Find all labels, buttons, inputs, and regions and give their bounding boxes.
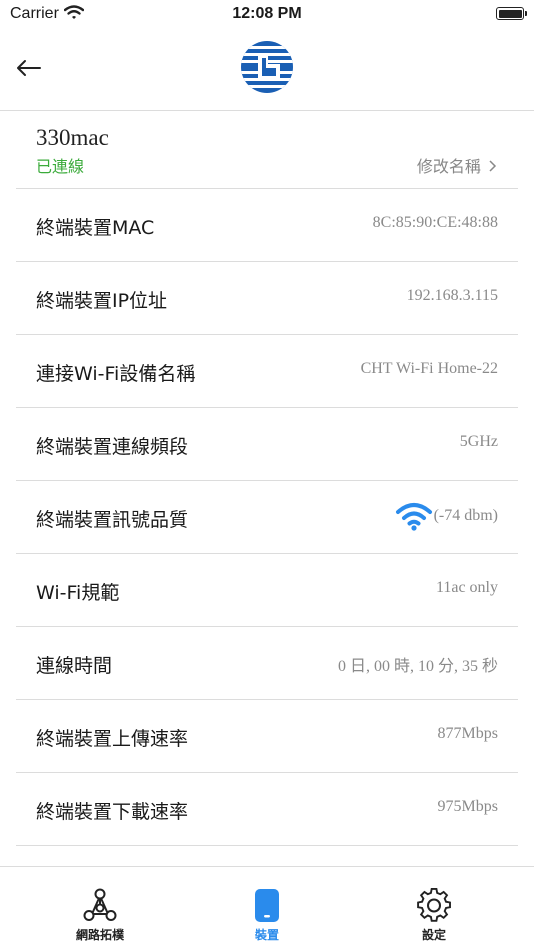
row-label: 連線時間 — [36, 655, 113, 677]
info-row-uptime: 連線時間 0 日, 00 時, 10 分, 35 秒 — [16, 627, 518, 700]
row-label: 終端裝置連線頻段 — [36, 436, 189, 458]
row-value: 877Mbps — [437, 725, 498, 742]
device-name: 330mac — [36, 125, 109, 150]
row-value: 8C:85:90:CE:48:88 — [372, 214, 498, 231]
clock: 12:08 PM — [232, 5, 302, 22]
row-label: 終端裝置上傳速率 — [36, 728, 189, 750]
row-value: 975Mbps — [437, 798, 498, 815]
row-value: (-74 dbm) — [433, 507, 498, 524]
info-row-download-rate: 終端裝置下載速率 975Mbps — [16, 773, 518, 846]
row-label: Wi-Fi規範 — [36, 582, 120, 604]
row-label: 終端裝置訊號品質 — [36, 509, 189, 531]
row-label: 終端裝置IP位址 — [36, 290, 168, 312]
info-row-band: 終端裝置連線頻段 5GHz — [16, 408, 518, 481]
info-row-wifi-standard: Wi-Fi規範 11ac only — [16, 554, 518, 627]
info-row-mac: 終端裝置MAC 8C:85:90:CE:48:88 — [16, 189, 518, 262]
tab-network-topology[interactable]: 網路拓樸 — [40, 885, 160, 943]
row-label: 連接Wi-Fi設備名稱 — [36, 363, 196, 385]
tab-label: 裝置 — [254, 928, 279, 942]
row-value: 11ac only — [435, 579, 498, 596]
connection-status: 已連線 — [36, 157, 85, 176]
network-topology-icon — [40, 885, 160, 923]
nav-bar — [0, 30, 534, 111]
tab-label: 設定 — [421, 928, 446, 942]
tab-bar: 網路拓樸 裝置 設定 — [0, 866, 534, 951]
row-value: 0 日, 00 時, 10 分, 35 秒 — [337, 658, 498, 675]
chevron-right-icon — [489, 160, 497, 172]
gear-icon — [374, 885, 494, 923]
tab-settings[interactable]: 設定 — [374, 885, 494, 943]
info-row-upload-rate: 終端裝置上傳速率 877Mbps — [16, 700, 518, 773]
tab-devices[interactable]: 裝置 — [207, 885, 327, 943]
info-row-ip: 終端裝置IP位址 192.168.3.115 — [16, 262, 518, 335]
back-arrow-icon[interactable] — [14, 56, 44, 80]
tab-label: 網路拓樸 — [75, 928, 124, 942]
row-value: 5GHz — [459, 433, 498, 450]
row-value: CHT Wi-Fi Home-22 — [360, 360, 498, 377]
device-icon — [207, 885, 327, 923]
info-row-ap-name: 連接Wi-Fi設備名稱 CHT Wi-Fi Home-22 — [16, 335, 518, 408]
rename-label: 修改名稱 — [416, 157, 481, 176]
cht-logo — [240, 40, 294, 94]
rename-button[interactable]: 修改名稱 — [417, 153, 498, 177]
battery-icon — [496, 7, 527, 20]
status-bar: Carrier 12:08 PM — [0, 0, 534, 30]
info-row-signal: 終端裝置訊號品質 (-74 dbm) — [16, 481, 518, 554]
row-label: 終端裝置下載速率 — [36, 801, 189, 823]
row-label: 終端裝置MAC — [36, 217, 155, 239]
wifi-signal-icon — [395, 503, 432, 531]
device-header: 330mac 已連線 修改名稱 — [16, 111, 518, 189]
row-value: 192.168.3.115 — [406, 287, 498, 304]
signal-value: (-74 dbm) — [395, 501, 498, 531]
device-detail-list: 330mac 已連線 修改名稱 終端裝置MAC 8C:85:90:CE:48:8… — [0, 111, 534, 866]
